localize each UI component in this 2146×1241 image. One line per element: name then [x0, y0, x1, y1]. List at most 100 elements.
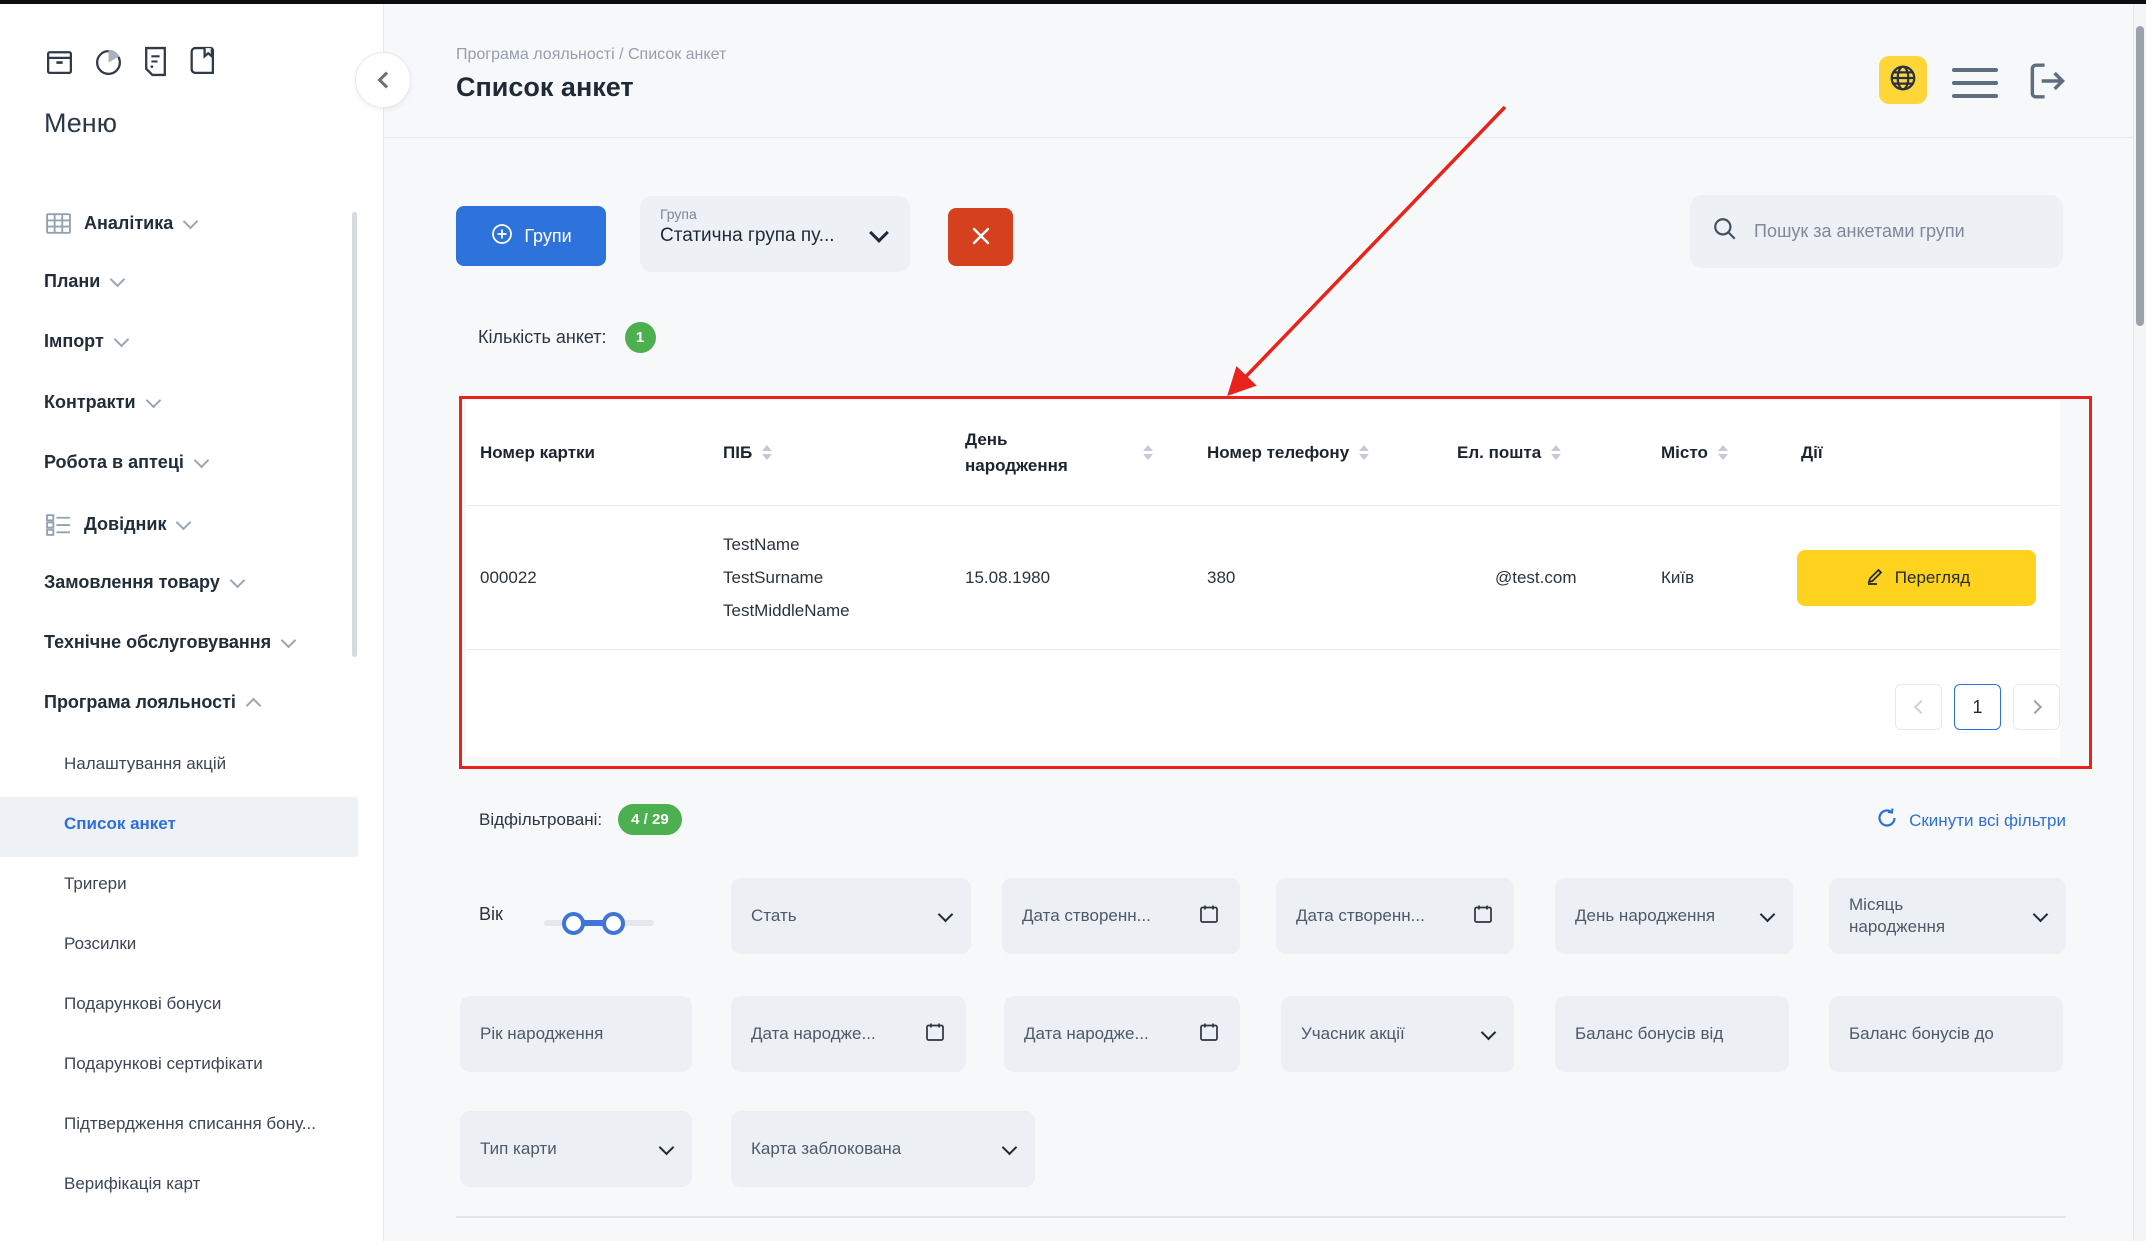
reset-filters-label: Скинути всі фільтри	[1909, 811, 2066, 831]
column-header-full-name[interactable]: ПІБ	[709, 443, 951, 463]
filter-created-date-to[interactable]: Дата створенн...	[1276, 878, 1514, 954]
column-header-birth-date[interactable]: День народження	[951, 427, 1193, 479]
group-select[interactable]: Група Статична група пу...	[640, 196, 910, 272]
chevron-down-icon	[938, 906, 954, 922]
sidebar-scrollbar[interactable]	[352, 212, 357, 657]
filter-promo-participant-select[interactable]: Учасник акції	[1281, 996, 1514, 1072]
sidebar-item-label: Плани	[44, 271, 100, 292]
sidebar-subitem-gift-certificates[interactable]: Подарункові сертифікати	[64, 1054, 263, 1074]
sidebar-subitem-gift-bonuses[interactable]: Подарункові бонуси	[64, 994, 221, 1014]
filter-card-type-select[interactable]: Тип карти	[460, 1111, 692, 1187]
list-icon	[44, 512, 72, 537]
language-globe-button[interactable]	[1879, 56, 1927, 104]
chevron-down-icon	[2033, 906, 2049, 922]
plus-circle-icon	[490, 222, 514, 251]
sort-icon[interactable]	[762, 445, 772, 460]
sidebar-subitem-writeoff-confirmation[interactable]: Підтвердження списання бону...	[64, 1114, 316, 1134]
sidebar-subitem-promo-settings[interactable]: Налаштування акцій	[64, 754, 226, 774]
column-header-email[interactable]: Ел. пошта	[1443, 443, 1647, 463]
pagination-page-1[interactable]: 1	[1954, 684, 2001, 730]
sidebar-item-analytics[interactable]: Аналітика	[44, 211, 196, 236]
sidebar-shortcuts	[44, 46, 216, 77]
search-input[interactable]	[1752, 220, 2041, 243]
sidebar-item-plans[interactable]: Плани	[44, 271, 123, 292]
column-header-city[interactable]: Місто	[1647, 443, 1787, 463]
column-header-phone[interactable]: Номер телефону	[1193, 443, 1443, 463]
sort-icon[interactable]	[1143, 445, 1153, 460]
slider-handle-max[interactable]	[602, 912, 625, 935]
menu-icon[interactable]	[1952, 68, 1998, 107]
groups-button-label: Групи	[524, 226, 571, 247]
calendar-icon	[1198, 1021, 1220, 1048]
sidebar-item-directory[interactable]: Довідник	[44, 512, 189, 537]
filter-created-date-from[interactable]: Дата створенн...	[1002, 878, 1240, 954]
archive-box-icon[interactable]	[44, 46, 75, 77]
sort-icon[interactable]	[1551, 445, 1561, 460]
slider-handle-min[interactable]	[562, 912, 585, 935]
pagination-prev-button[interactable]	[1895, 684, 1942, 730]
sidebar: Меню Аналітика Плани Імпорт Контракти Ро…	[0, 4, 384, 1241]
breadcrumb: Програма лояльності / Список анкет	[456, 46, 726, 64]
filter-card-blocked-select[interactable]: Карта заблокована	[731, 1111, 1035, 1187]
view-button-label: Перегляд	[1895, 568, 1970, 588]
scrollbar-thumb[interactable]	[2136, 26, 2144, 326]
sidebar-item-maintenance[interactable]: Технічне обслуговування	[44, 632, 294, 653]
column-header-actions: Дії	[1787, 443, 2060, 463]
sidebar-collapse-button[interactable]	[355, 52, 411, 108]
reset-filters-link[interactable]: Скинути всі фільтри	[1875, 806, 2066, 835]
sidebar-subitem-card-verification[interactable]: Верифікація карт	[64, 1174, 200, 1194]
filter-birth-date-from[interactable]: Дата народже...	[731, 996, 966, 1072]
group-select-label: Група	[660, 206, 890, 222]
chevron-down-icon	[1481, 1024, 1497, 1040]
document-icon[interactable]	[142, 46, 169, 77]
chevron-down-icon	[145, 393, 161, 409]
sidebar-subitem-mailings[interactable]: Розсилки	[64, 934, 136, 954]
view-button[interactable]: Перегляд	[1797, 550, 2036, 606]
chevron-down-icon	[1760, 906, 1776, 922]
sidebar-subitem-triggers[interactable]: Тригери	[64, 874, 127, 894]
sidebar-item-label: Імпорт	[44, 331, 104, 352]
sidebar-item-label: Робота в аптеці	[44, 452, 184, 473]
pagination-next-button[interactable]	[2013, 684, 2060, 730]
filter-gender-select[interactable]: Стать	[731, 878, 971, 954]
sidebar-item-contracts[interactable]: Контракти	[44, 392, 159, 413]
chevron-left-icon	[377, 72, 394, 89]
sidebar-item-import[interactable]: Імпорт	[44, 331, 127, 352]
sidebar-item-loyalty-program[interactable]: Програма лояльності	[44, 692, 259, 713]
sort-icon[interactable]	[1718, 445, 1728, 460]
filter-bonus-balance-to-input[interactable]: Баланс бонусів до	[1829, 996, 2063, 1072]
counter-badge: 1	[625, 322, 656, 353]
sidebar-subitem-questionnaire-list[interactable]: Список анкет	[64, 814, 176, 834]
chevron-down-icon	[176, 515, 192, 531]
book-icon[interactable]	[187, 46, 216, 77]
filter-bonus-balance-from-input[interactable]: Баланс бонусів від	[1555, 996, 1789, 1072]
filter-birth-date-to[interactable]: Дата народже...	[1004, 996, 1240, 1072]
page-scrollbar[interactable]	[2133, 4, 2146, 1241]
cell-actions: Перегляд	[1787, 550, 2060, 606]
chevron-down-icon	[281, 633, 297, 649]
sidebar-item-label: Замовлення товару	[44, 572, 220, 593]
sort-icon[interactable]	[1359, 445, 1369, 460]
filter-birth-month-select[interactable]: Місяць народження	[1829, 878, 2066, 954]
table-header-row: Номер картки ПІБ День народження Номер т…	[466, 400, 2060, 506]
filtered-badge: 4 / 29	[618, 804, 682, 835]
filter-birth-year-input[interactable]: Рік народження	[460, 996, 692, 1072]
refresh-icon	[1875, 806, 1899, 835]
sidebar-menu-heading: Меню	[44, 108, 117, 139]
search-box[interactable]	[1690, 195, 2063, 268]
sidebar-item-label: Довідник	[84, 514, 166, 535]
cell-birth-date: 15.08.1980	[951, 568, 1193, 588]
clear-group-button[interactable]	[948, 208, 1013, 266]
cell-phone: 380	[1193, 568, 1443, 588]
groups-button[interactable]: Групи	[456, 206, 606, 266]
cell-full-name: TestName TestSurname TestMiddleName	[709, 528, 951, 627]
chevron-down-icon	[659, 1139, 675, 1155]
sidebar-item-label: Контракти	[44, 392, 136, 413]
sidebar-item-goods-order[interactable]: Замовлення товару	[44, 572, 243, 593]
pie-chart-icon[interactable]	[93, 46, 124, 77]
filter-birth-day-select[interactable]: День народження	[1555, 878, 1793, 954]
age-range-slider[interactable]	[544, 912, 654, 934]
annotation-arrow	[1200, 95, 1530, 415]
sidebar-item-pharmacy-work[interactable]: Робота в аптеці	[44, 452, 207, 473]
logout-icon[interactable]	[2023, 58, 2069, 109]
